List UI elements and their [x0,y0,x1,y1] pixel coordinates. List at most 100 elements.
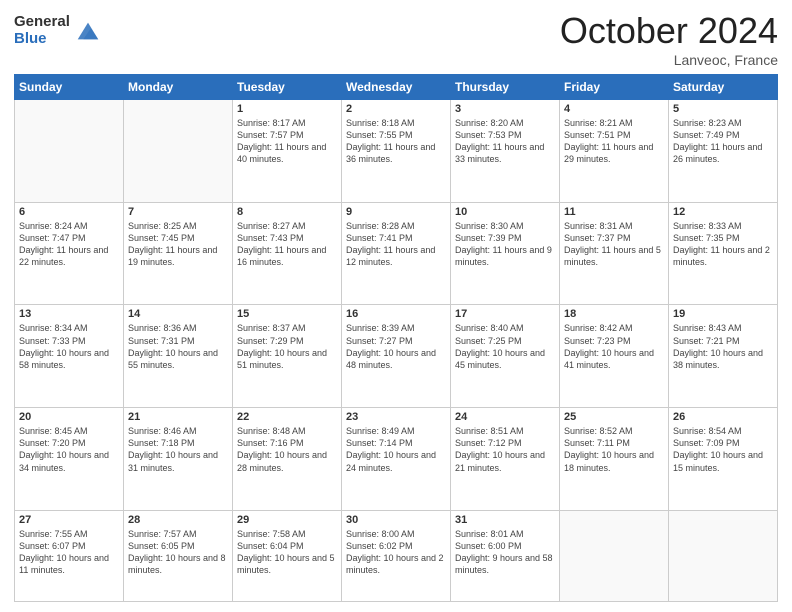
day-number: 28 [128,514,228,526]
col-friday: Friday [560,75,669,100]
day-number: 25 [564,411,664,423]
header: General Blue October 2024 Lanveoc, Franc… [14,10,778,68]
day-info: Sunrise: 8:34 AMSunset: 7:33 PMDaylight:… [19,322,119,371]
day-info: Sunrise: 8:17 AMSunset: 7:57 PMDaylight:… [237,117,337,166]
day-number: 23 [346,411,446,423]
table-row: 3Sunrise: 8:20 AMSunset: 7:53 PMDaylight… [451,100,560,203]
day-info: Sunrise: 8:01 AMSunset: 6:00 PMDaylight:… [455,528,555,577]
col-wednesday: Wednesday [342,75,451,100]
day-info: Sunrise: 8:28 AMSunset: 7:41 PMDaylight:… [346,220,446,269]
table-row: 18 Sunrise: 8:42 AMSunset: 7:23 PMDayligh… [560,305,669,408]
table-row: 27 Sunrise: 7:55 AMSunset: 6:07 PMDayligh… [15,510,124,601]
table-row: 11Sunrise: 8:31 AMSunset: 7:37 PMDayligh… [560,202,669,305]
table-row: 21 Sunrise: 8:46 AMSunset: 7:18 PMDayligh… [124,408,233,511]
day-number: 20 [19,411,119,423]
header-row: Sunday Monday Tuesday Wednesday Thursday… [15,75,778,100]
col-tuesday: Tuesday [233,75,342,100]
table-row: 25 Sunrise: 8:52 AMSunset: 7:11 PMDayligh… [560,408,669,511]
table-row [15,100,124,203]
table-row: 17 Sunrise: 8:40 AMSunset: 7:25 PMDayligh… [451,305,560,408]
day-number: 12 [673,206,773,218]
day-info: Sunrise: 8:46 AMSunset: 7:18 PMDaylight:… [128,425,228,474]
table-row: 7 Sunrise: 8:25 AMSunset: 7:45 PMDaylight… [124,202,233,305]
day-info: Sunrise: 8:25 AMSunset: 7:45 PMDaylight:… [128,220,228,269]
day-number: 7 [128,206,228,218]
day-number: 5 [673,103,773,115]
day-number: 8 [237,206,337,218]
table-row: 26 Sunrise: 8:54 AMSunset: 7:09 PMDayligh… [669,408,778,511]
table-row: 13 Sunrise: 8:34 AMSunset: 7:33 PMDayligh… [15,305,124,408]
day-number: 10 [455,206,555,218]
title-area: October 2024 Lanveoc, France [560,10,778,68]
table-row: 30 Sunrise: 8:00 AMSunset: 6:02 PMDayligh… [342,510,451,601]
day-info: Sunrise: 8:39 AMSunset: 7:27 PMDaylight:… [346,322,446,371]
table-row [560,510,669,601]
calendar-table: Sunday Monday Tuesday Wednesday Thursday… [14,74,778,602]
day-info: Sunrise: 8:36 AMSunset: 7:31 PMDaylight:… [128,322,228,371]
day-info: Sunrise: 8:52 AMSunset: 7:11 PMDaylight:… [564,425,664,474]
logo-text: General Blue [14,14,70,47]
day-number: 27 [19,514,119,526]
day-info: Sunrise: 8:54 AMSunset: 7:09 PMDaylight:… [673,425,773,474]
day-info: Sunrise: 8:37 AMSunset: 7:29 PMDaylight:… [237,322,337,371]
day-number: 24 [455,411,555,423]
table-row: 14 Sunrise: 8:36 AMSunset: 7:31 PMDayligh… [124,305,233,408]
table-row: 23 Sunrise: 8:49 AMSunset: 7:14 PMDayligh… [342,408,451,511]
day-number: 11 [564,206,664,218]
day-number: 26 [673,411,773,423]
table-row: 22 Sunrise: 8:48 AMSunset: 7:16 PMDayligh… [233,408,342,511]
table-row: 20 Sunrise: 8:45 AMSunset: 7:20 PMDayligh… [15,408,124,511]
logo-general: General [14,14,70,31]
day-info: Sunrise: 8:33 AMSunset: 7:35 PMDaylight:… [673,220,773,269]
table-row: 2 Sunrise: 8:18 AMSunset: 7:55 PMDaylight… [342,100,451,203]
day-info: Sunrise: 8:42 AMSunset: 7:23 PMDaylight:… [564,322,664,371]
logo-blue: Blue [14,31,70,48]
table-row: 10Sunrise: 8:30 AMSunset: 7:39 PMDayligh… [451,202,560,305]
table-row: 8 Sunrise: 8:27 AMSunset: 7:43 PMDaylight… [233,202,342,305]
day-number: 19 [673,308,773,320]
table-row: 29 Sunrise: 7:58 AMSunset: 6:04 PMDayligh… [233,510,342,601]
day-number: 21 [128,411,228,423]
day-info: Sunrise: 8:49 AMSunset: 7:14 PMDaylight:… [346,425,446,474]
day-info: Sunrise: 8:24 AMSunset: 7:47 PMDaylight:… [19,220,119,269]
day-info: Sunrise: 8:40 AMSunset: 7:25 PMDaylight:… [455,322,555,371]
day-info: Sunrise: 8:00 AMSunset: 6:02 PMDaylight:… [346,528,446,577]
day-number: 9 [346,206,446,218]
day-number: 3 [455,103,555,115]
day-number: 1 [237,103,337,115]
col-saturday: Saturday [669,75,778,100]
table-row: 9 Sunrise: 8:28 AMSunset: 7:41 PMDaylight… [342,202,451,305]
day-info: Sunrise: 8:23 AMSunset: 7:49 PMDaylight:… [673,117,773,166]
day-number: 2 [346,103,446,115]
day-info: Sunrise: 8:21 AMSunset: 7:51 PMDaylight:… [564,117,664,166]
day-info: Sunrise: 8:27 AMSunset: 7:43 PMDaylight:… [237,220,337,269]
day-info: Sunrise: 8:45 AMSunset: 7:20 PMDaylight:… [19,425,119,474]
day-info: Sunrise: 7:55 AMSunset: 6:07 PMDaylight:… [19,528,119,577]
col-sunday: Sunday [15,75,124,100]
day-number: 18 [564,308,664,320]
day-info: Sunrise: 7:58 AMSunset: 6:04 PMDaylight:… [237,528,337,577]
table-row: 31Sunrise: 8:01 AMSunset: 6:00 PMDayligh… [451,510,560,601]
day-number: 29 [237,514,337,526]
day-info: Sunrise: 8:51 AMSunset: 7:12 PMDaylight:… [455,425,555,474]
table-row: 1 Sunrise: 8:17 AMSunset: 7:57 PMDaylight… [233,100,342,203]
day-number: 13 [19,308,119,320]
day-info: Sunrise: 8:18 AMSunset: 7:55 PMDaylight:… [346,117,446,166]
col-monday: Monday [124,75,233,100]
day-info: Sunrise: 8:48 AMSunset: 7:16 PMDaylight:… [237,425,337,474]
day-number: 22 [237,411,337,423]
day-number: 16 [346,308,446,320]
table-row: 16 Sunrise: 8:39 AMSunset: 7:27 PMDayligh… [342,305,451,408]
table-row: 12 Sunrise: 8:33 AMSunset: 7:35 PMDayligh… [669,202,778,305]
day-number: 14 [128,308,228,320]
day-number: 17 [455,308,555,320]
table-row: 15 Sunrise: 8:37 AMSunset: 7:29 PMDayligh… [233,305,342,408]
day-number: 15 [237,308,337,320]
day-info: Sunrise: 8:43 AMSunset: 7:21 PMDaylight:… [673,322,773,371]
day-number: 30 [346,514,446,526]
table-row: 5 Sunrise: 8:23 AMSunset: 7:49 PMDaylight… [669,100,778,203]
table-row: 6Sunrise: 8:24 AMSunset: 7:47 PMDaylight… [15,202,124,305]
col-thursday: Thursday [451,75,560,100]
table-row: 19 Sunrise: 8:43 AMSunset: 7:21 PMDayligh… [669,305,778,408]
table-row [669,510,778,601]
